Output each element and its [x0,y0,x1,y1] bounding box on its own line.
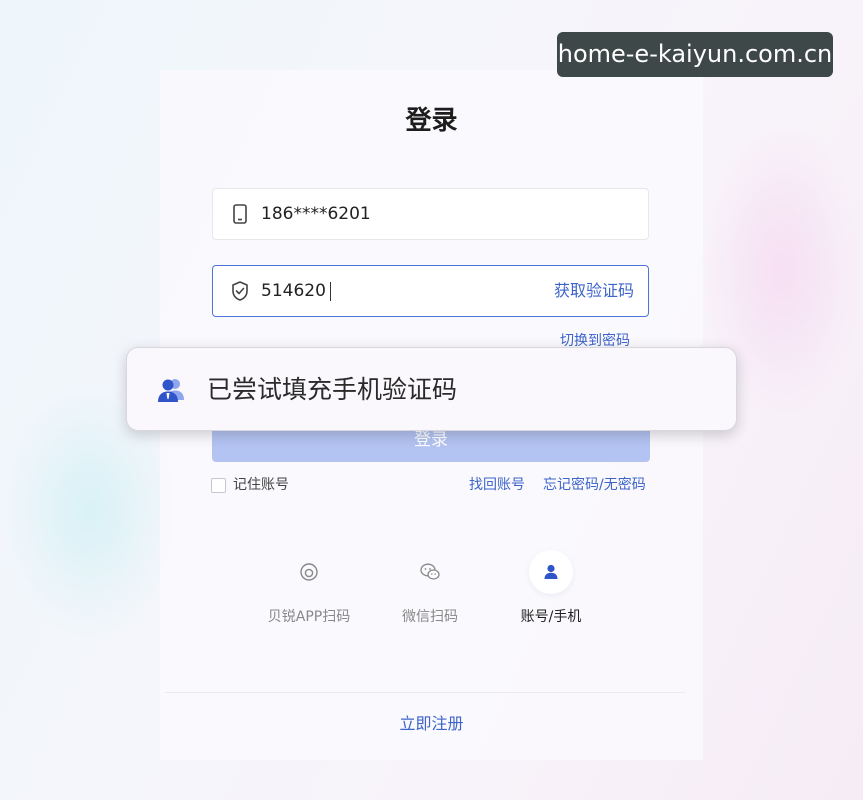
autofill-toast: 已尝试填充手机验证码 [126,347,737,431]
get-code-button[interactable]: 获取验证码 [554,266,634,316]
shield-check-icon [232,281,248,301]
wechat-icon [420,563,440,580]
user-icon [544,564,558,579]
phone-field[interactable]: 186****6201 [212,188,649,240]
wechat-scan-option[interactable]: 微信扫码 [370,550,490,626]
wechat-scan-label: 微信扫码 [402,609,458,625]
divider [165,692,685,693]
forgot-password-link[interactable]: 忘记密码/无密码 [543,475,646,495]
remember-label: 记住账号 [233,477,289,493]
account-phone-label: 账号/手机 [520,609,582,625]
phone-value: 186****6201 [261,204,371,224]
code-value: 514620 [261,281,326,301]
register-link[interactable]: 立即注册 [0,710,863,734]
recover-account-link[interactable]: 找回账号 [469,475,525,495]
toast-text: 已尝试填充手机验证码 [207,375,458,404]
app-scan-icon [300,563,318,581]
page-title: 登录 [405,106,458,136]
phone-icon [233,204,247,224]
account-phone-option[interactable]: 账号/手机 [491,550,611,626]
app-scan-label: 贝锐APP扫码 [267,609,351,625]
remember-checkbox[interactable] [211,478,226,493]
account-users-icon [158,379,184,402]
text-cursor [330,282,331,301]
app-scan-option[interactable]: 贝锐APP扫码 [249,550,369,626]
verification-code-field[interactable]: 514620 获取验证码 [212,265,649,317]
watermark: home-e-kaiyun.com.cn [557,32,833,77]
